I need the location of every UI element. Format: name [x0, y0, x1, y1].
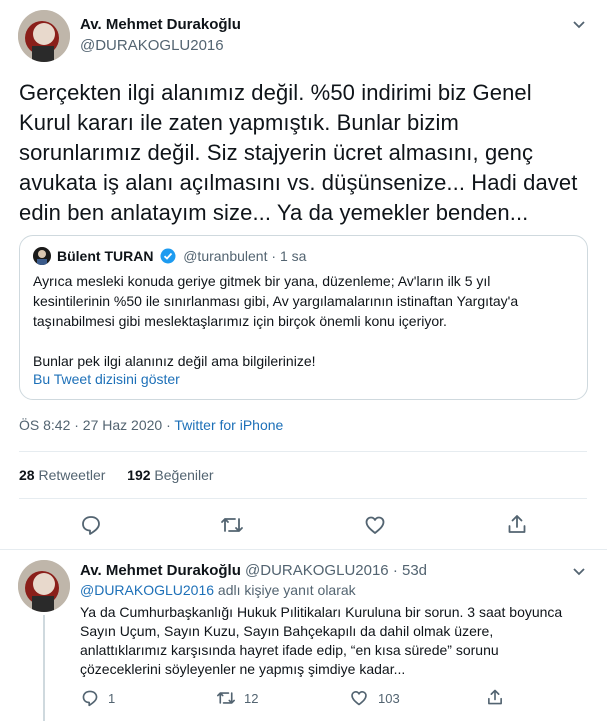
- quoted-text-line: Bunlar pek ilgi alanınız değil ama bilgi…: [33, 353, 316, 369]
- reply-count: 1: [108, 691, 116, 706]
- source-link[interactable]: Twitter for iPhone: [174, 417, 283, 433]
- quoted-text-line: taşınabilmesi gibi meslektaşlarımız için…: [33, 313, 447, 329]
- likes-stat[interactable]: 192 Beğeniler: [127, 467, 213, 483]
- replying-to: @DURAKOGLU2016 adlı kişiye yanıt olarak: [80, 582, 356, 598]
- quoted-header: Bülent TURAN @turanbulent · 1 sa: [57, 248, 306, 267]
- retweets-label: Retweetler: [38, 467, 106, 483]
- reply-author-handle[interactable]: @DURAKOGLU2016: [245, 562, 389, 579]
- like-icon[interactable]: [364, 514, 386, 536]
- reply-text: Ya da Cumhurbaşkanlığı Hukuk Pılitikalar…: [80, 603, 600, 679]
- tweet-text-line: edin ben anlatayım size... Ya da yemekle…: [19, 200, 529, 225]
- retweets-stat[interactable]: 28 Retweetler: [19, 467, 109, 483]
- chevron-down-icon[interactable]: [571, 16, 587, 37]
- section-divider: [0, 549, 607, 550]
- avatar[interactable]: [18, 10, 70, 62]
- tweet-text-line: sorunlarımız değil. Siz stajyerin ücret …: [19, 140, 534, 165]
- replying-to-label: adlı kişiye yanıt olarak: [214, 582, 356, 598]
- quoted-author-name: Bülent TURAN: [57, 248, 154, 264]
- quoted-avatar: [33, 247, 51, 265]
- like-count: 103: [378, 691, 400, 706]
- divider: [19, 498, 587, 499]
- tweet-timestamp: ÖS 8:42 · 27 Haz 2020 · Twitter for iPho…: [19, 417, 283, 433]
- share-icon[interactable]: [506, 513, 528, 535]
- retweet-icon[interactable]: [216, 689, 236, 707]
- tweet-text-line: avukata iş alanı açılmasını vs. düşünsen…: [19, 170, 578, 195]
- stats-row: 28 Retweetler 192 Beğeniler: [19, 467, 214, 483]
- reply-avatar[interactable]: [18, 560, 70, 612]
- likes-count: 192: [127, 467, 151, 483]
- reply-text-line: Sayın Uçum, Sayın Kuzu, Sayın Bahçekapıl…: [80, 623, 494, 639]
- reply-author-name[interactable]: Av. Mehmet Durakoğlu: [80, 562, 241, 579]
- share-icon[interactable]: [486, 688, 504, 706]
- replying-to-handle[interactable]: @DURAKOGLU2016: [80, 582, 214, 598]
- tweet-text-line: Gerçekten ilgi alanımız değil. %50 indir…: [19, 80, 532, 105]
- retweet-icon[interactable]: [220, 514, 244, 536]
- author-handle[interactable]: @DURAKOGLU2016: [80, 37, 224, 54]
- show-thread-link[interactable]: Bu Tweet dizisini göster: [33, 371, 180, 387]
- reply-text-line: Ya da Cumhurbaşkanlığı Hukuk Pılitikalar…: [80, 604, 563, 620]
- author-name[interactable]: Av. Mehmet Durakoğlu: [80, 16, 241, 33]
- timestamp-text[interactable]: ÖS 8:42 · 27 Haz 2020 ·: [19, 417, 174, 433]
- reply-time[interactable]: · 53d: [393, 562, 427, 579]
- reply-text-line: anlattıklarımız karşısında hayret ifade …: [80, 642, 499, 658]
- reply-text-line: çözeceklerini söyleyenler ne yapmış şimd…: [80, 661, 406, 677]
- retweet-count: 12: [244, 691, 259, 706]
- verified-icon: [160, 248, 176, 267]
- like-icon[interactable]: [350, 689, 368, 707]
- quoted-text: Ayrıca mesleki konuda geriye gitmek bir …: [33, 271, 578, 371]
- chevron-down-icon[interactable]: [571, 563, 587, 584]
- thread-line: [43, 615, 45, 721]
- reply-header: Av. Mehmet Durakoğlu @DURAKOGLU2016 · 53…: [80, 562, 427, 579]
- quoted-text-line: Ayrıca mesleki konuda geriye gitmek bir …: [33, 273, 491, 289]
- retweets-count: 28: [19, 467, 35, 483]
- divider: [19, 451, 587, 452]
- tweet-text: Gerçekten ilgi alanımız değil. %50 indir…: [19, 78, 599, 228]
- reply-icon[interactable]: [81, 689, 99, 707]
- quoted-time: · 1 sa: [267, 248, 307, 264]
- likes-label: Beğeniler: [154, 467, 214, 483]
- quoted-author-handle: @turanbulent: [183, 248, 268, 264]
- quoted-text-line: kesintilerinin %50 ile sınırlanması gibi…: [33, 293, 519, 309]
- tweet-text-line: Kurul kararı ile zaten yapmıştık. Bunlar…: [19, 110, 459, 135]
- reply-icon[interactable]: [80, 514, 102, 536]
